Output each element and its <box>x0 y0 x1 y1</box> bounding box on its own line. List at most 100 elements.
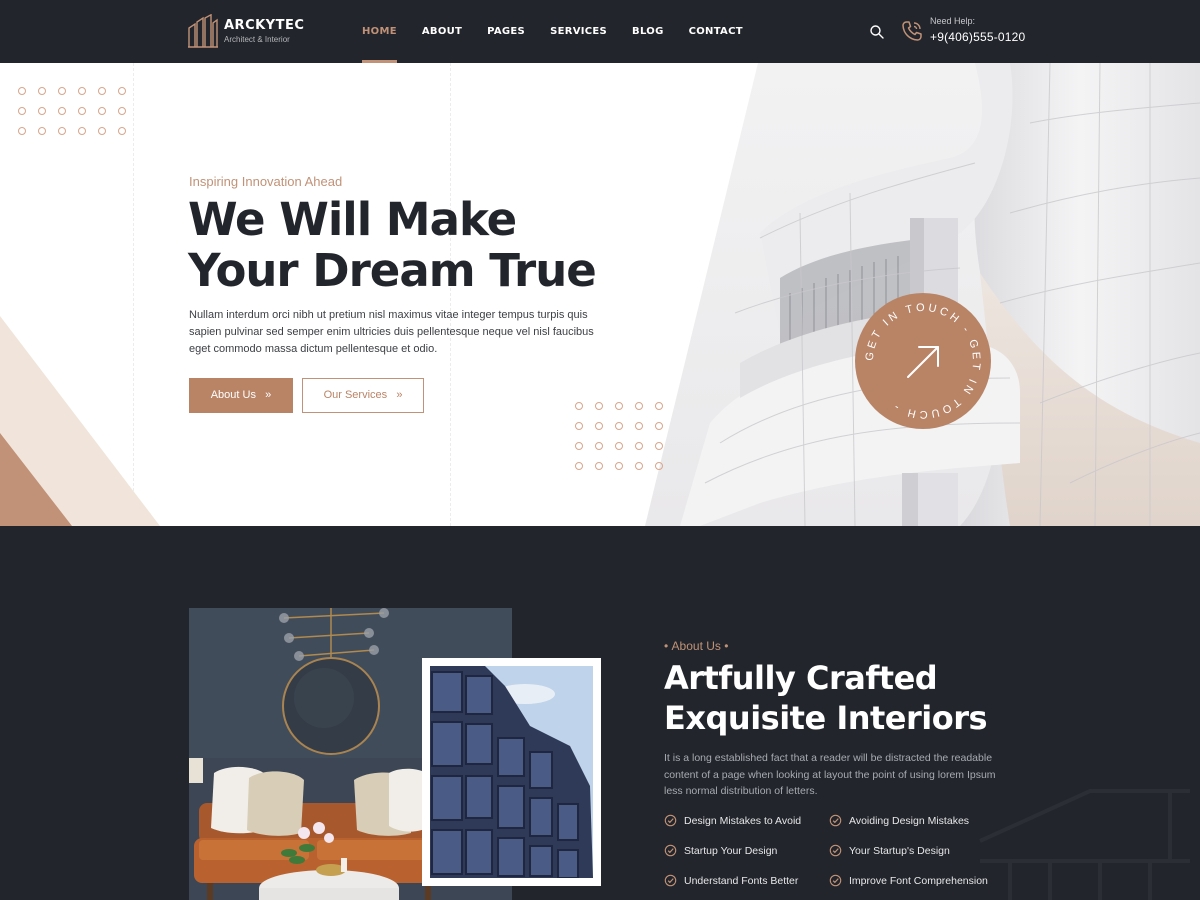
dot <box>615 402 623 410</box>
about-eyebrow: • About Us • <box>664 639 728 653</box>
dot <box>615 422 623 430</box>
hero-section: Inspiring Innovation Ahead We Will Make … <box>0 63 1200 526</box>
check-circle-icon <box>829 844 842 857</box>
about-us-button[interactable]: About Us » <box>189 378 293 413</box>
about-title: Artfully Crafted Exquisite Interiors <box>664 658 1064 738</box>
feature-label: Startup Your Design <box>684 844 778 857</box>
site-header: ARCKYTEC Architect & Interior HOME ABOUT… <box>0 0 1200 63</box>
dot <box>58 87 66 95</box>
dot <box>655 422 663 430</box>
dot <box>38 87 46 95</box>
dot <box>595 442 603 450</box>
bullet-dot-icon: • <box>664 639 672 653</box>
phone-icon <box>902 21 922 41</box>
dot <box>98 107 106 115</box>
about-section: • About Us • Artfully Crafted Exquisite … <box>0 526 1200 900</box>
about-title-line-2: Exquisite Interiors <box>664 699 988 737</box>
feature-label: Understand Fonts Better <box>684 874 799 887</box>
feature-item: Understand Fonts Better <box>664 874 829 887</box>
dot <box>655 442 663 450</box>
dot <box>655 462 663 470</box>
nav-item-contact[interactable]: CONTACT <box>689 0 743 63</box>
search-icon[interactable] <box>869 24 885 40</box>
dot <box>58 127 66 135</box>
hero-title: We Will Make Your Dream True <box>188 194 688 296</box>
dot <box>78 107 86 115</box>
check-circle-icon <box>664 844 677 857</box>
feature-label: Your Startup's Design <box>849 844 950 857</box>
feature-item: Design Mistakes to Avoid <box>664 814 829 827</box>
our-services-button-label: Our Services <box>323 389 388 401</box>
dot <box>635 462 643 470</box>
check-circle-icon <box>664 874 677 887</box>
dot <box>655 402 663 410</box>
feature-item: Startup Your Design <box>664 844 829 857</box>
dot <box>118 107 126 115</box>
hero-title-line-1: We Will Make <box>188 193 517 246</box>
dot <box>575 422 583 430</box>
nav-item-blog[interactable]: BLOG <box>632 0 664 63</box>
building-logo-icon <box>188 14 218 48</box>
feature-label: Improve Font Comprehension <box>849 874 988 887</box>
hero-eyebrow: Inspiring Innovation Ahead <box>189 174 343 189</box>
dot <box>575 442 583 450</box>
nav-item-pages[interactable]: PAGES <box>487 0 525 63</box>
check-circle-icon <box>829 874 842 887</box>
decorative-dot-grid <box>575 402 663 470</box>
our-services-button[interactable]: Our Services » <box>302 378 424 413</box>
dot <box>78 87 86 95</box>
dot <box>98 127 106 135</box>
dot <box>615 462 623 470</box>
dot <box>38 107 46 115</box>
help-phone-number[interactable]: +9(406)555-0120 <box>930 30 1025 44</box>
building-facade-photo-frame <box>422 658 601 886</box>
feature-list: Design Mistakes to Avoid Avoiding Design… <box>664 814 994 887</box>
dot <box>595 422 603 430</box>
brand-logo[interactable]: ARCKYTEC Architect & Interior <box>188 14 304 48</box>
dot <box>595 462 603 470</box>
help-label: Need Help: <box>930 16 976 26</box>
building-facade-photo <box>430 666 593 878</box>
bullet-dot-icon: • <box>720 639 729 653</box>
dot <box>58 107 66 115</box>
hero-description: Nullam interdum orci nibh ut pretium nis… <box>189 309 594 355</box>
hero-title-line-2: Your Dream True <box>188 244 597 297</box>
check-circle-icon <box>664 814 677 827</box>
about-eyebrow-label: About Us <box>671 639 721 653</box>
feature-label: Design Mistakes to Avoid <box>684 814 802 827</box>
get-in-touch-badge[interactable]: GET IN TOUCH - GET IN TOUCH - <box>855 293 991 429</box>
feature-item: Improve Font Comprehension <box>829 874 994 887</box>
dot <box>575 462 583 470</box>
check-circle-icon <box>829 814 842 827</box>
nav-item-home[interactable]: HOME <box>362 0 397 63</box>
about-title-line-1: Artfully Crafted <box>664 659 938 697</box>
double-chevron-right-icon: » <box>390 389 403 401</box>
feature-item: Avoiding Design Mistakes <box>829 814 994 827</box>
dot <box>18 87 26 95</box>
feature-label: Avoiding Design Mistakes <box>849 814 970 827</box>
dot <box>635 402 643 410</box>
dot <box>615 442 623 450</box>
brand-tagline: Architect & Interior <box>224 35 290 44</box>
nav-item-services[interactable]: SERVICES <box>550 0 607 63</box>
about-description: It is a long established fact that a rea… <box>664 752 996 797</box>
feature-item: Your Startup's Design <box>829 844 994 857</box>
dot <box>38 127 46 135</box>
dot <box>78 127 86 135</box>
dot <box>118 87 126 95</box>
dot <box>575 402 583 410</box>
dot <box>18 127 26 135</box>
nav-item-about[interactable]: ABOUT <box>422 0 462 63</box>
help-contact[interactable]: Need Help: +9(406)555-0120 <box>930 16 1025 44</box>
dot <box>118 127 126 135</box>
dot <box>635 442 643 450</box>
double-chevron-right-icon: » <box>259 389 272 401</box>
dot <box>98 87 106 95</box>
brand-name: ARCKYTEC <box>224 18 305 33</box>
about-us-button-label: About Us <box>210 389 256 401</box>
decorative-dot-grid <box>18 87 126 135</box>
dot <box>18 107 26 115</box>
main-nav: HOME ABOUT PAGES SERVICES BLOG CONTACT <box>362 0 743 63</box>
dot <box>595 402 603 410</box>
dot <box>635 422 643 430</box>
